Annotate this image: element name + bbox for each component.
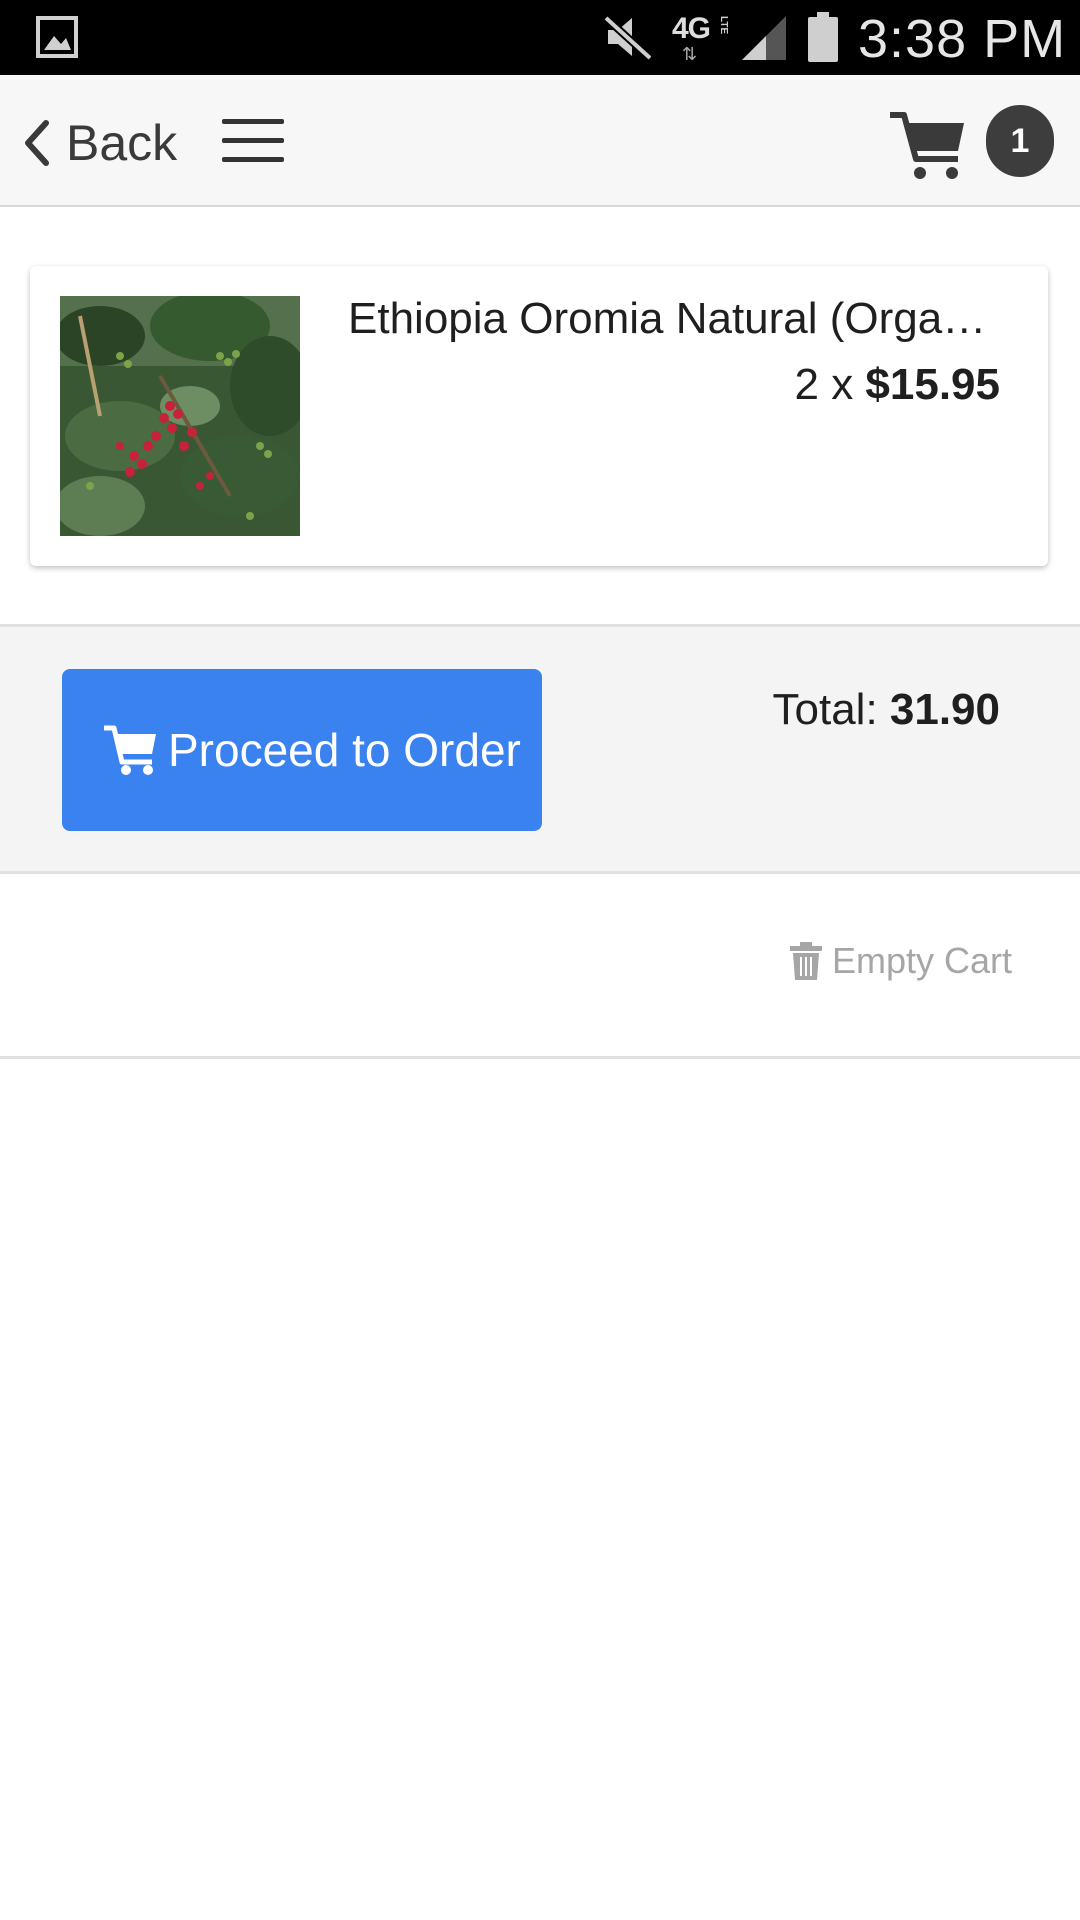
network-label: 4G xyxy=(672,12,711,45)
order-total: Total: 31.90 xyxy=(773,685,1001,735)
cart-icon[interactable] xyxy=(888,107,968,185)
chevron-left-icon xyxy=(25,120,49,166)
proceed-to-order-button[interactable]: Proceed to Order xyxy=(62,669,542,831)
product-image xyxy=(60,296,300,536)
trash-icon xyxy=(789,942,822,980)
product-quantity-price: 2 x $15.95 xyxy=(795,360,1001,410)
status-time: 3:38 PM xyxy=(858,9,1067,69)
data-arrows-icon: ⇅ xyxy=(682,44,698,64)
signal-icon xyxy=(742,16,786,60)
proceed-label: Proceed to Order xyxy=(168,724,521,776)
network-sub-label: LTE xyxy=(718,16,729,35)
gallery-icon xyxy=(36,16,78,58)
product-price: $15.95 xyxy=(865,360,1000,409)
status-bar: 4G LTE ⇅ 3:38 PM xyxy=(0,0,1080,75)
total-label: Total: xyxy=(772,685,890,734)
order-summary: Proceed to Order Total: 31.90 xyxy=(0,624,1080,874)
product-quantity: 2 x xyxy=(794,360,866,409)
empty-cart-label: Empty Cart xyxy=(831,940,1012,981)
network-indicator: 4G LTE ⇅ xyxy=(672,10,732,66)
total-value: 31.90 xyxy=(889,685,1000,734)
battery-icon xyxy=(808,12,838,62)
back-button[interactable]: Back xyxy=(22,113,177,173)
divider xyxy=(0,1056,1080,1059)
product-name[interactable]: Ethiopia Oromia Natural (Orga… xyxy=(348,294,1033,344)
empty-cart-button[interactable]: Empty Cart xyxy=(789,940,1012,982)
app-header: Back 1 xyxy=(0,75,1080,207)
hamburger-menu-icon[interactable] xyxy=(222,119,284,163)
cart-item-card[interactable]: Ethiopia Oromia Natural (Orga… 2 x $15.9… xyxy=(30,266,1048,566)
back-label: Back xyxy=(66,115,178,171)
cart-icon xyxy=(104,725,156,775)
cart-count-badge[interactable]: 1 xyxy=(986,105,1054,177)
mute-icon xyxy=(603,15,653,61)
